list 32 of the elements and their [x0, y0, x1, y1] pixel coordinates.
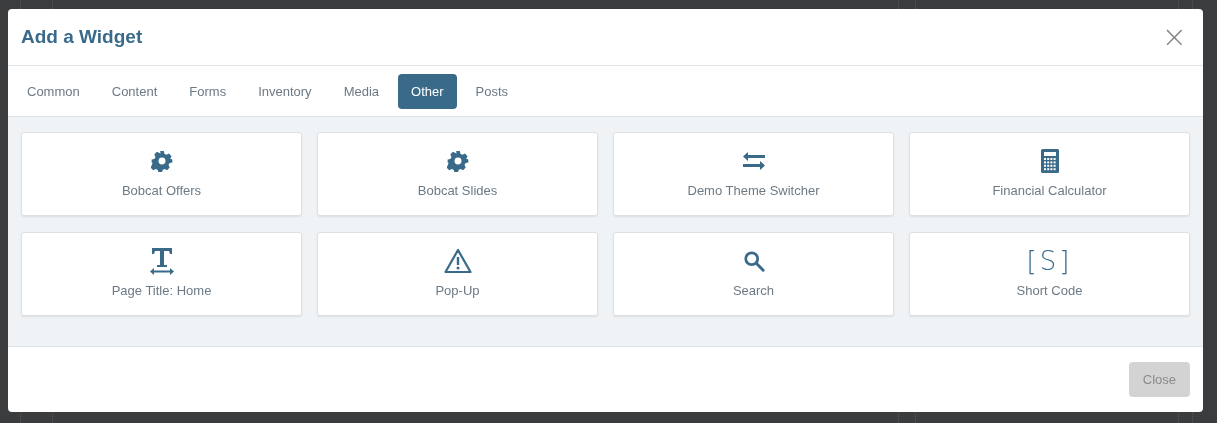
tab[interactable]: Inventory	[245, 73, 325, 109]
widget-label: Search	[732, 283, 775, 298]
widget-card[interactable]: Bobcat Slides	[317, 132, 598, 216]
swap-arrows-icon	[741, 151, 766, 171]
widget-label: Pop-Up	[435, 283, 480, 298]
gear-icon	[150, 150, 173, 172]
widget-label: Bobcat Offers	[121, 183, 202, 198]
widget-card[interactable]: Demo Theme Switcher	[613, 132, 894, 216]
widget-label: Financial Calculator	[992, 183, 1107, 198]
widget-label: Bobcat Slides	[417, 183, 498, 198]
tab[interactable]: Forms	[176, 73, 240, 109]
calculator-icon	[1040, 149, 1059, 173]
widget-card[interactable]: [S] Short Code	[909, 232, 1190, 316]
tab[interactable]: Media	[330, 73, 393, 109]
widget-card[interactable]: Financial Calculator	[909, 132, 1190, 216]
tab[interactable]: Content	[98, 73, 171, 109]
widget-label: Demo Theme Switcher	[687, 183, 820, 198]
gear-icon	[446, 150, 469, 172]
dialog-title: Add a Widget	[21, 26, 143, 48]
warning-icon	[443, 248, 472, 274]
search-icon	[742, 250, 765, 272]
shortcode-icon: [S]	[1026, 247, 1073, 275]
tab[interactable]: Other	[398, 73, 457, 109]
tab[interactable]: Common	[14, 73, 93, 109]
widget-card[interactable]: Bobcat Offers	[21, 132, 302, 216]
tab[interactable]: Posts	[462, 73, 522, 109]
widget-label: Short Code	[1016, 283, 1083, 298]
widget-label: Page Title: Home	[111, 283, 212, 298]
widget-card[interactable]: Search	[613, 232, 894, 316]
text-width-icon	[148, 247, 175, 275]
widget-card[interactable]: Page Title: Home	[21, 232, 302, 316]
widget-card[interactable]: Pop-Up	[317, 232, 598, 316]
